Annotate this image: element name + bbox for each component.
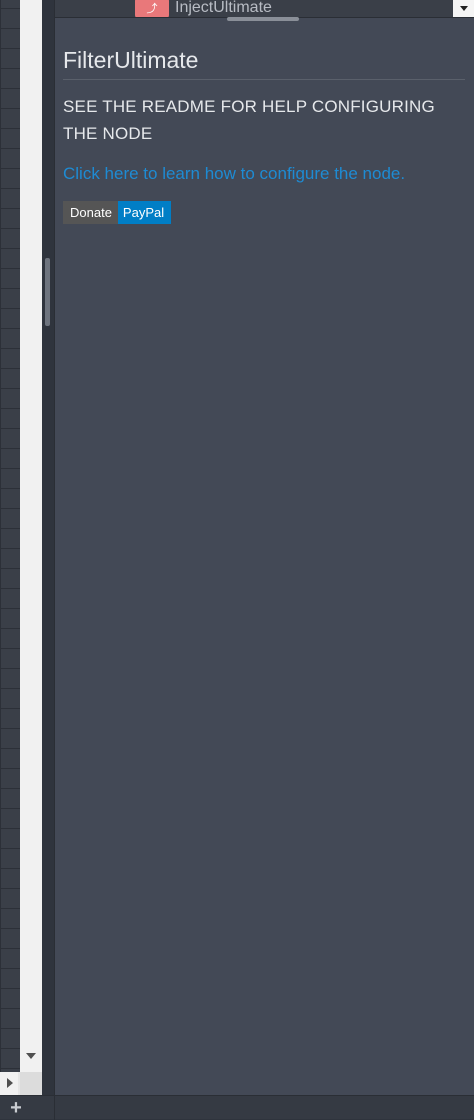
palette-node-injectultimate[interactable]: ⤴ InjectUltimate: [135, 0, 272, 17]
palette-resize-handle[interactable]: [227, 17, 299, 21]
add-flow-button[interactable]: +: [0, 1096, 32, 1120]
workspace-vertical-scrollbar[interactable]: [20, 0, 42, 1072]
configure-help-link[interactable]: Click here to learn how to configure the…: [63, 162, 465, 186]
chevron-down-icon: [460, 6, 468, 11]
paypal-label: PayPal: [117, 201, 172, 224]
bottom-toolbar: +: [0, 1095, 474, 1120]
palette-node-label: InjectUltimate: [175, 0, 272, 16]
sidebar-panel: ⤴ InjectUltimate FilterUltimate SEE THE …: [54, 0, 474, 1095]
plus-icon: +: [10, 1096, 22, 1119]
scroll-corner: [20, 1072, 42, 1095]
help-content: FilterUltimate SEE THE README FOR HELP C…: [63, 44, 465, 224]
palette-node-strip: ⤴ InjectUltimate: [55, 0, 474, 18]
scroll-left-button[interactable]: [0, 1072, 18, 1095]
scroll-right-arrow-icon: [7, 1078, 13, 1088]
donate-paypal-badge[interactable]: Donate PayPal: [63, 201, 172, 224]
workspace-horizontal-scrollbar[interactable]: [0, 1072, 42, 1095]
help-heading: SEE THE README FOR HELP CONFIGURING THE …: [63, 97, 435, 143]
arrow-icon: ⤴: [135, 0, 169, 17]
donate-label: Donate: [63, 201, 118, 224]
help-title: FilterUltimate: [63, 44, 465, 80]
palette-dropdown-button[interactable]: [453, 0, 474, 17]
splitter-handle[interactable]: [45, 258, 50, 326]
scroll-down-arrow-icon[interactable]: [26, 1053, 36, 1059]
bottom-divider: [54, 1096, 55, 1120]
flow-workspace-grid[interactable]: [0, 0, 20, 1072]
sidebar-splitter[interactable]: [42, 0, 54, 1095]
